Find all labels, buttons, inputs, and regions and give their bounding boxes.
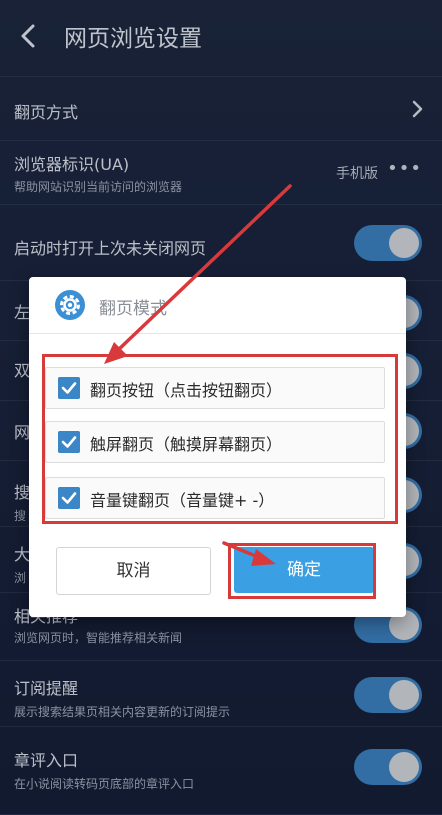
annotation-arrow-head (251, 549, 276, 566)
annotation-arrows (104, 184, 292, 566)
annotation-arrow-line (222, 541, 260, 559)
annotation-arrow-line (114, 184, 292, 354)
